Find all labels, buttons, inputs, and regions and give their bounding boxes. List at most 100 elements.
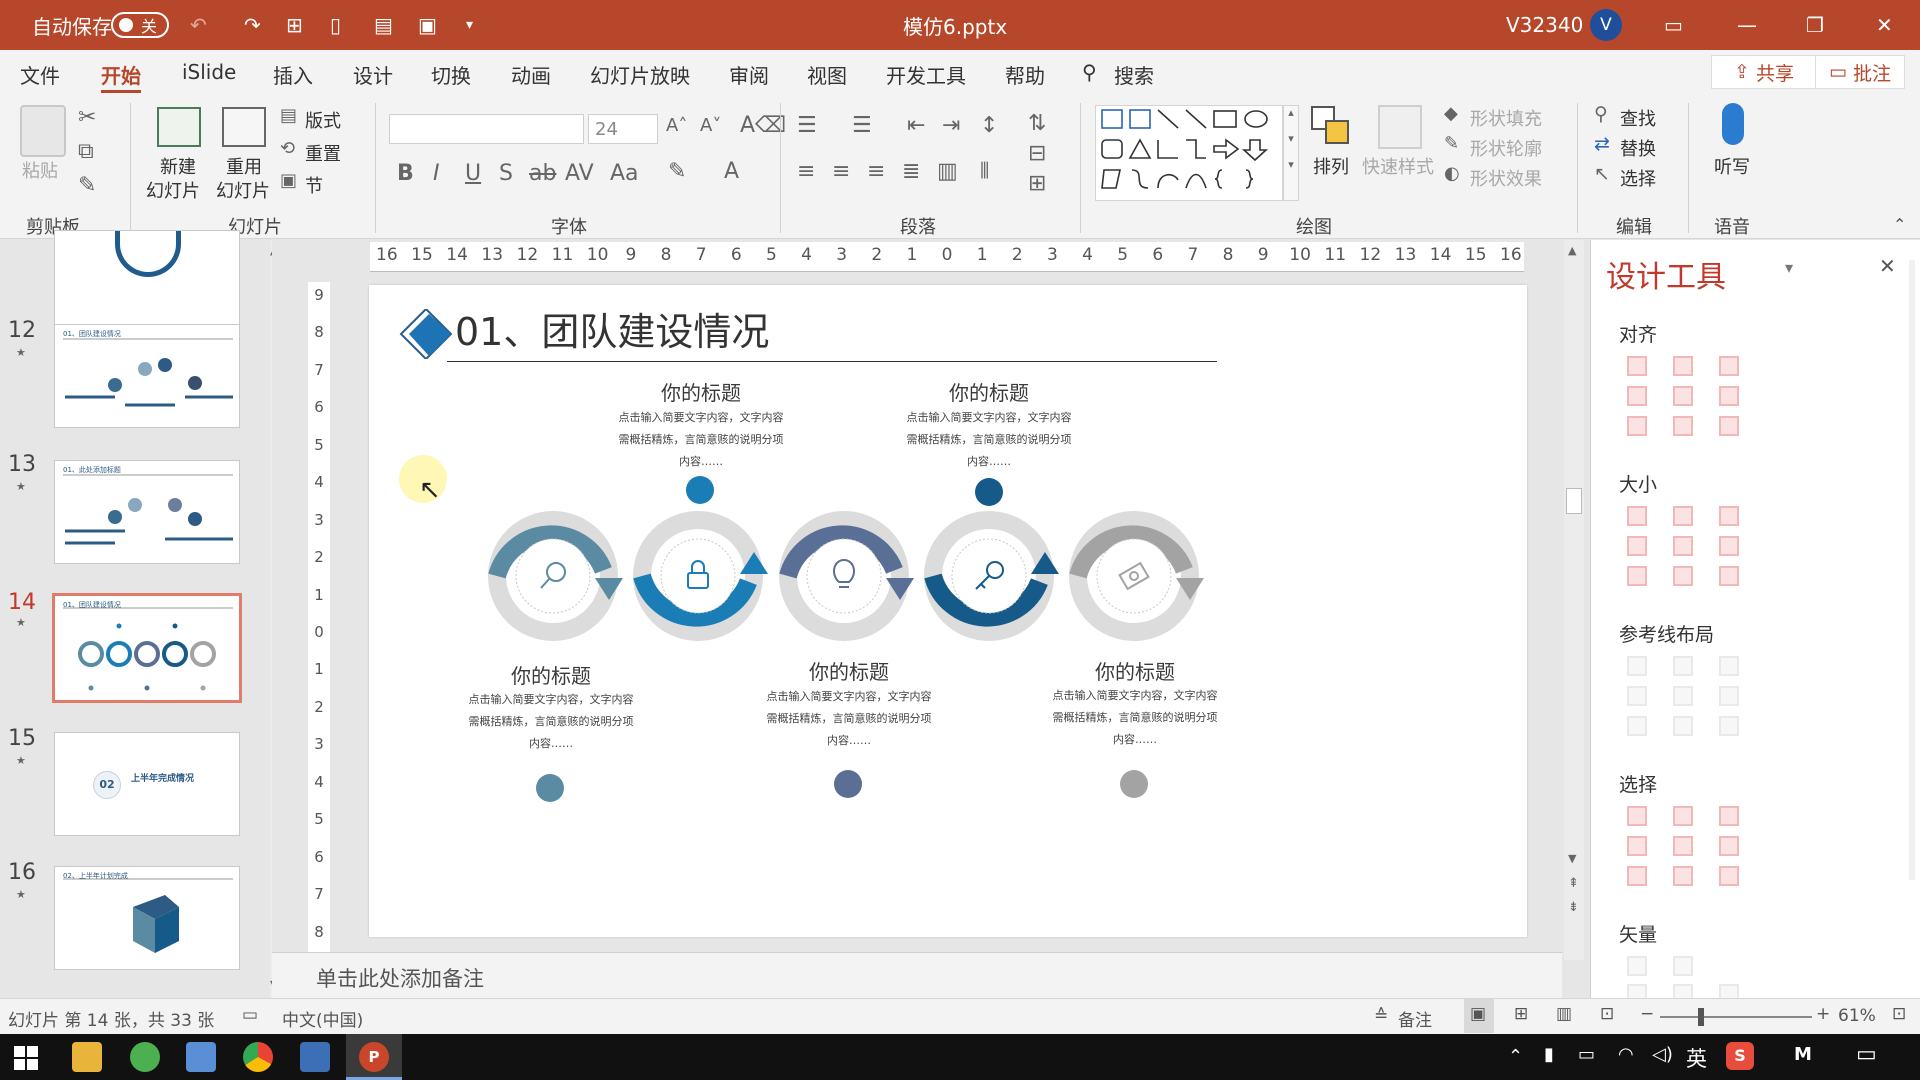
tab-slideshow[interactable]: 幻灯片放映 xyxy=(590,60,690,89)
action-center-icon[interactable]: ▭ xyxy=(1856,1042,1877,1067)
format-painter-icon[interactable]: ✎ xyxy=(78,175,96,197)
design-tool-icon[interactable] xyxy=(1673,416,1693,436)
notes-toggle-icon[interactable]: ≙ xyxy=(1374,1006,1388,1026)
design-tool-icon[interactable] xyxy=(1673,866,1693,886)
design-tool-icon[interactable] xyxy=(1673,806,1693,826)
previous-slide-icon[interactable]: ⇞ xyxy=(1568,876,1579,891)
collapse-ribbon-icon[interactable]: ⌃ xyxy=(1893,215,1906,234)
spelling-check-icon[interactable]: ▭ xyxy=(242,1005,258,1025)
pane-options-icon[interactable]: ▾ xyxy=(1785,258,1793,277)
print-preview-icon[interactable]: ▤ xyxy=(374,0,393,50)
item-2-title[interactable]: 你的标题 xyxy=(581,377,821,406)
shape-fill-button[interactable]: 形状填充 xyxy=(1470,105,1542,131)
slide-sorter-icon[interactable]: ⊞ xyxy=(1514,1004,1528,1024)
save-icon[interactable]: ▣ xyxy=(418,0,437,50)
align-center-icon[interactable]: ≡ xyxy=(832,161,850,183)
slide-thumbnail[interactable]: 02 上半年完成情况 xyxy=(54,732,240,836)
tab-file[interactable]: 文件 xyxy=(20,60,60,89)
design-tool-icon[interactable] xyxy=(1719,656,1739,676)
find-icon[interactable]: ⚲ xyxy=(1594,105,1608,124)
minimize-icon[interactable]: — xyxy=(1737,0,1757,50)
design-tool-icon[interactable] xyxy=(1673,386,1693,406)
microphone-icon[interactable] xyxy=(1722,103,1744,145)
tab-islide[interactable]: iSlide xyxy=(182,60,236,84)
show-hidden-icons[interactable]: ⌃ xyxy=(1508,1046,1523,1067)
notes-pane[interactable]: 单击此处添加备注 xyxy=(272,952,1562,998)
dictate-button[interactable]: 听写 xyxy=(1714,153,1750,179)
design-tool-icon[interactable] xyxy=(1719,506,1739,526)
design-tool-icon[interactable] xyxy=(1627,536,1647,556)
shapes-gallery-scroll[interactable]: ▴ ▾ ▾ xyxy=(1283,105,1299,201)
tab-review[interactable]: 审阅 xyxy=(729,60,769,89)
item-3-title[interactable]: 你的标题 xyxy=(729,656,969,685)
zoom-slider[interactable] xyxy=(1660,1016,1812,1018)
font-size-input[interactable]: 24 xyxy=(588,114,658,144)
design-tool-icon[interactable] xyxy=(1627,806,1647,826)
vertical-ruler[interactable]: 9876543210123456789 xyxy=(308,282,330,998)
zoom-in-icon[interactable]: + xyxy=(1816,1004,1830,1024)
design-tool-icon[interactable] xyxy=(1719,386,1739,406)
cut-icon[interactable]: ✂ xyxy=(78,107,96,129)
design-tool-icon[interactable] xyxy=(1719,866,1739,886)
chrome-icon[interactable] xyxy=(243,1042,273,1072)
powerpoint-taskbar-button[interactable]: P xyxy=(346,1034,402,1080)
item-1-title[interactable]: 你的标题 xyxy=(431,660,671,689)
arrange-button[interactable]: 排列 xyxy=(1313,153,1349,179)
design-tool-icon[interactable] xyxy=(1627,716,1647,736)
paste-icon[interactable] xyxy=(20,105,66,157)
comments-button[interactable]: ▭ 批注 xyxy=(1815,55,1905,89)
design-tool-icon[interactable] xyxy=(1719,416,1739,436)
copy-icon[interactable]: ⧉ xyxy=(78,141,94,163)
tab-developer[interactable]: 开发工具 xyxy=(886,60,966,89)
shape-outline-icon[interactable]: ✎ xyxy=(1444,135,1459,153)
item-5-title[interactable]: 你的标题 xyxy=(1015,656,1255,685)
reset-button[interactable]: 重置 xyxy=(305,140,341,166)
tab-insert[interactable]: 插入 xyxy=(273,60,313,89)
tray-app-icon[interactable]: M xyxy=(1794,1044,1812,1065)
autosave-toggle[interactable]: 关 xyxy=(111,12,169,38)
underline-icon[interactable]: U xyxy=(465,163,481,185)
zoom-level[interactable]: 61% xyxy=(1838,1006,1876,1026)
redo-icon[interactable]: ↷ xyxy=(244,0,261,50)
align-left-icon[interactable]: ≡ xyxy=(797,161,815,183)
arrange-icon[interactable] xyxy=(1310,105,1352,147)
shrink-font-icon[interactable]: A˅ xyxy=(700,117,721,135)
pane-scrollbar[interactable] xyxy=(1909,260,1915,880)
file-explorer-icon[interactable] xyxy=(72,1042,102,1072)
design-tool-icon[interactable] xyxy=(1673,686,1693,706)
reset-icon[interactable]: ⟲ xyxy=(280,140,295,158)
zoom-out-icon[interactable]: − xyxy=(1640,1004,1654,1024)
design-tool-icon[interactable] xyxy=(1673,716,1693,736)
undo-icon[interactable]: ↶ xyxy=(190,0,207,50)
shape-effects-icon[interactable]: ◐ xyxy=(1444,165,1460,183)
reuse-slides-icon[interactable] xyxy=(222,107,266,147)
new-slide-label-1[interactable]: 新建 xyxy=(160,153,196,179)
reading-view-icon[interactable]: ▥ xyxy=(1556,1004,1572,1024)
search-icon[interactable]: ⚲ xyxy=(1082,60,1097,84)
slide-thumbnail-selected[interactable]: 01、团队建设情况 xyxy=(52,593,242,703)
design-tool-icon[interactable] xyxy=(1627,656,1647,676)
quick-styles-button[interactable]: 快速样式 xyxy=(1362,153,1434,179)
language-indicator[interactable]: 中文(中国) xyxy=(282,1006,363,1031)
microphone-tray-icon[interactable]: ▮ xyxy=(1544,1044,1554,1065)
font-color-icon[interactable]: A xyxy=(724,161,739,183)
new-file-icon[interactable]: ▯ xyxy=(330,0,341,50)
scroll-down-icon[interactable]: ▼ xyxy=(1568,852,1576,865)
slideshow-view-icon[interactable]: ⊡ xyxy=(1600,1004,1614,1024)
justify-icon[interactable]: ≣ xyxy=(902,161,920,183)
font-name-input[interactable] xyxy=(389,114,584,144)
design-tool-icon[interactable] xyxy=(1627,866,1647,886)
editor-scrollbar[interactable]: ▲ ▼ ⇞ ⇟ xyxy=(1564,240,1584,960)
layout-button[interactable]: 版式 xyxy=(305,107,341,133)
wifi-icon[interactable]: ◠ xyxy=(1618,1044,1634,1065)
design-tool-icon[interactable] xyxy=(1719,806,1739,826)
shadow-icon[interactable]: S xyxy=(499,163,513,185)
new-slide-icon[interactable] xyxy=(157,107,201,147)
quick-styles-icon[interactable] xyxy=(1378,105,1422,149)
design-tool-icon[interactable] xyxy=(1627,386,1647,406)
bullets-icon[interactable]: ☰ xyxy=(797,115,817,137)
design-tool-icon[interactable] xyxy=(1627,566,1647,586)
section-icon[interactable]: ▣ xyxy=(280,172,297,190)
item-4-title[interactable]: 你的标题 xyxy=(869,377,1109,406)
design-tool-icon[interactable] xyxy=(1627,956,1647,976)
